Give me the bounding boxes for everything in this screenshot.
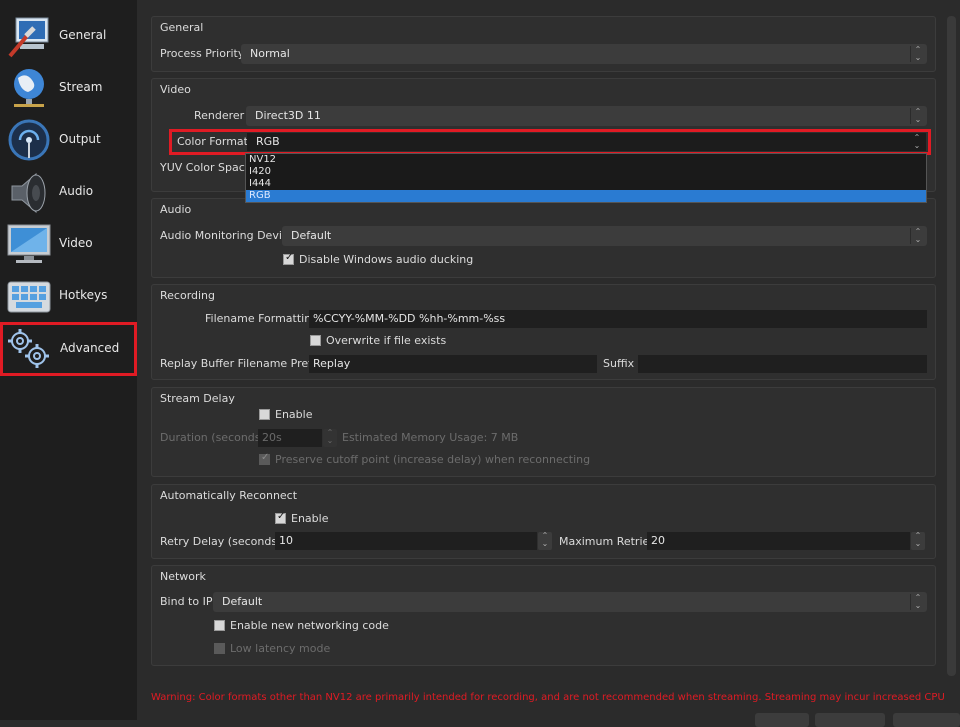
duration-input[interactable]: 20s xyxy=(258,429,322,447)
color-format-option-rgb[interactable]: RGB xyxy=(246,190,926,202)
new-networking-label: Enable new networking code xyxy=(230,619,389,632)
disable-ducking-label: Disable Windows audio ducking xyxy=(299,253,474,266)
sidebar-item-label: Output xyxy=(59,132,101,146)
settings-sidebar: General Stream Output Audio Video Hotkey… xyxy=(0,0,137,720)
color-format-option-nv12[interactable]: NV12 xyxy=(246,154,926,166)
color-format-option-i420[interactable]: I420 xyxy=(246,166,926,178)
stream-delay-enable-checkbox[interactable] xyxy=(259,409,270,420)
group-title: Video xyxy=(160,83,191,96)
suffix-label: Suffix xyxy=(603,357,635,370)
sidebar-item-label: General xyxy=(59,28,107,42)
group-title: Network xyxy=(160,570,206,583)
stream-globe-icon xyxy=(14,69,44,107)
sidebar-item-audio[interactable]: Audio xyxy=(2,166,135,216)
retry-delay-input[interactable]: 10 xyxy=(275,532,537,550)
gears-icon xyxy=(8,329,49,368)
updown-arrows-icon: ⌃ ⌄ xyxy=(910,108,925,124)
max-retries-input[interactable]: 20 xyxy=(647,532,910,550)
group-title: Automatically Reconnect xyxy=(160,489,298,502)
updown-arrows-icon: ⌃ ⌄ xyxy=(910,228,925,244)
sidebar-item-general[interactable]: General xyxy=(2,10,135,60)
sidebar-item-hotkeys[interactable]: Hotkeys xyxy=(2,270,135,320)
checkmark-icon: ✓ xyxy=(277,511,286,522)
ok-button[interactable] xyxy=(755,713,809,727)
group-title: Stream Delay xyxy=(160,392,235,405)
max-retries-spinner[interactable]: ⌃ ⌄ xyxy=(911,532,925,550)
checkmark-icon: ✓ xyxy=(261,452,270,463)
sidebar-item-label: Hotkeys xyxy=(59,288,108,302)
filename-formatting-input[interactable]: %CCYY-%MM-%DD %hh-%mm-%ss xyxy=(309,310,927,328)
bind-ip-select[interactable]: Default ⌃ ⌄ xyxy=(213,592,927,612)
renderer-select[interactable]: Direct3D 11 ⌃ ⌄ xyxy=(246,106,927,126)
color-format-select[interactable]: RGB ⌃ ⌄ xyxy=(247,133,926,151)
sidebar-item-label: Stream xyxy=(59,80,103,94)
overwrite-checkbox[interactable] xyxy=(310,335,321,346)
duration-label: Duration (seconds) xyxy=(160,431,265,444)
duration-spinner[interactable]: ⌃ ⌄ xyxy=(323,429,337,447)
yuv-color-space-label: YUV Color Space xyxy=(160,161,252,174)
filename-formatting-label: Filename Formatting xyxy=(205,312,319,325)
process-priority-label: Process Priority xyxy=(160,47,245,60)
checkmark-icon: ✓ xyxy=(285,252,294,263)
sidebar-item-label: Audio xyxy=(59,184,94,198)
memory-usage-label: Estimated Memory Usage: 7 MB xyxy=(342,431,519,444)
bind-ip-label: Bind to IP xyxy=(160,595,213,608)
updown-arrows-icon: ⌃ ⌄ xyxy=(913,133,921,150)
audio-monitoring-label: Audio Monitoring Device xyxy=(160,229,295,242)
color-format-label: Color Format xyxy=(177,135,248,148)
preserve-cutoff-checkbox[interactable]: ✓ xyxy=(259,452,270,465)
preserve-cutoff-label: Preserve cutoff point (increase delay) w… xyxy=(275,453,591,466)
color-format-dropdown-list: NV12 I420 I444 RGB xyxy=(245,153,927,203)
general-icon xyxy=(8,17,49,58)
replay-prefix-input[interactable]: Replay xyxy=(309,355,597,373)
reconnect-enable-label: Enable xyxy=(291,512,329,525)
monitor-icon xyxy=(7,224,51,263)
vertical-scrollbar[interactable] xyxy=(947,16,956,676)
group-title: Audio xyxy=(160,203,192,216)
retry-delay-spinner[interactable]: ⌃ ⌄ xyxy=(538,532,552,550)
apply-button[interactable] xyxy=(893,713,960,727)
sidebar-item-advanced[interactable]: Advanced xyxy=(0,322,137,376)
sidebar-item-label: Video xyxy=(59,236,93,250)
speaker-icon xyxy=(11,172,46,214)
overwrite-label: Overwrite if file exists xyxy=(326,334,447,347)
updown-arrows-icon: ⌃ ⌄ xyxy=(910,594,925,610)
color-format-option-i444[interactable]: I444 xyxy=(246,178,926,190)
suffix-input[interactable] xyxy=(638,355,927,373)
updown-arrows-icon: ⌃ ⌄ xyxy=(910,46,925,62)
reconnect-enable-checkbox[interactable]: ✓ xyxy=(275,511,286,524)
process-priority-select[interactable]: Normal ⌃ ⌄ xyxy=(241,44,927,64)
max-retries-label: Maximum Retries xyxy=(559,535,656,548)
stream-delay-enable-label: Enable xyxy=(275,408,313,421)
sidebar-item-label: Advanced xyxy=(60,341,120,355)
cancel-button[interactable] xyxy=(815,713,885,727)
new-networking-checkbox[interactable] xyxy=(214,620,225,631)
group-title: Recording xyxy=(160,289,216,302)
disable-ducking-checkbox[interactable]: ✓ xyxy=(283,252,294,265)
retry-delay-label: Retry Delay (seconds) xyxy=(160,535,282,548)
audio-monitoring-select[interactable]: Default ⌃ ⌄ xyxy=(282,226,927,246)
low-latency-checkbox[interactable] xyxy=(214,643,225,654)
replay-prefix-label: Replay Buffer Filename Prefix xyxy=(160,357,322,370)
warning-text: Warning: Color formats other than NV12 a… xyxy=(151,692,945,703)
sidebar-item-stream[interactable]: Stream xyxy=(2,62,135,112)
sidebar-item-output[interactable]: Output xyxy=(2,114,135,164)
output-signal-icon xyxy=(8,119,50,161)
renderer-label: Renderer xyxy=(194,109,245,122)
keyboard-icon xyxy=(7,281,51,313)
group-title: General xyxy=(160,21,204,34)
low-latency-label: Low latency mode xyxy=(230,642,331,655)
sidebar-item-video[interactable]: Video xyxy=(2,218,135,268)
